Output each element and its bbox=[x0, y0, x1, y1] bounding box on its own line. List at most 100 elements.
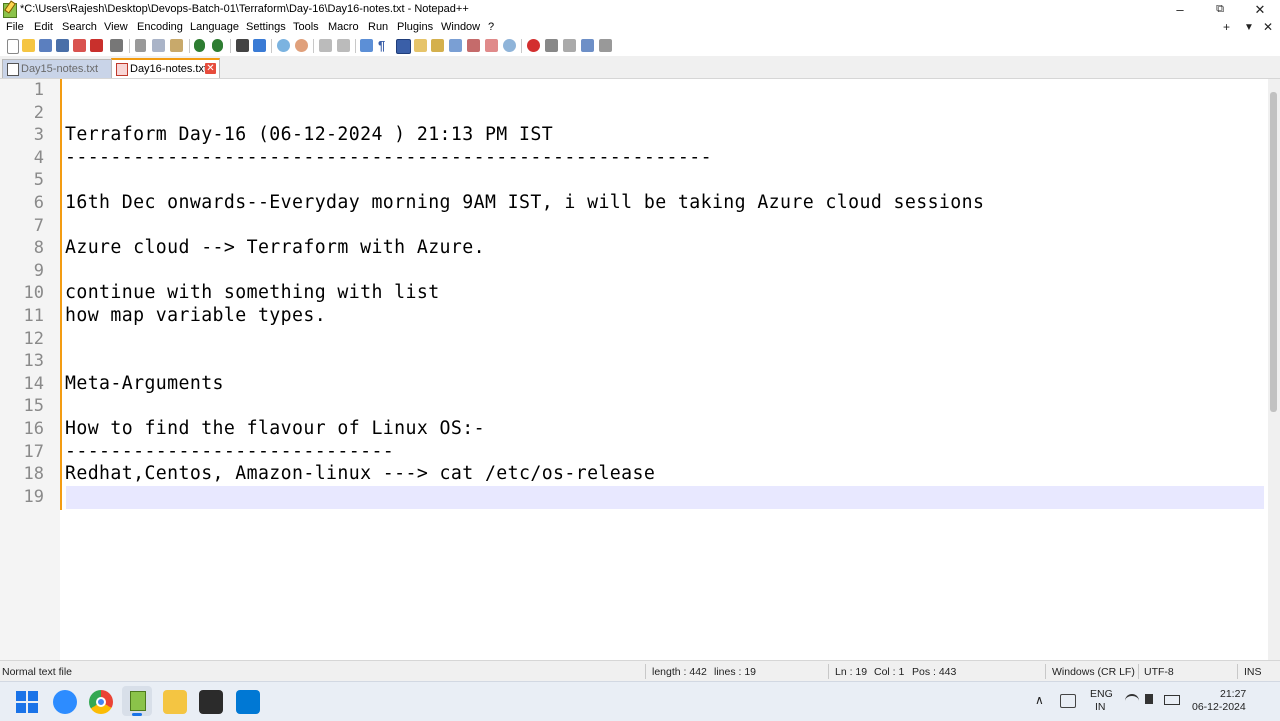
start-icon[interactable] bbox=[16, 691, 38, 713]
status-column: Col : 1 bbox=[874, 666, 905, 678]
record-macro-icon[interactable] bbox=[527, 39, 540, 52]
code-line[interactable]: continue with something with list bbox=[65, 282, 440, 305]
menu-plugins[interactable]: Plugins bbox=[397, 21, 433, 33]
status-eol[interactable]: Windows (CR LF) bbox=[1052, 666, 1135, 678]
zoom-in-icon[interactable] bbox=[277, 39, 290, 52]
menu-window[interactable]: Window bbox=[441, 21, 480, 33]
menu-search[interactable]: Search bbox=[62, 21, 97, 33]
clock-time[interactable]: 21:27 bbox=[1220, 688, 1246, 700]
terminal-icon[interactable] bbox=[199, 690, 223, 714]
line-number: 11 bbox=[23, 306, 44, 326]
menu-help[interactable]: ? bbox=[488, 21, 494, 33]
language-indicator-top[interactable]: ENG bbox=[1090, 688, 1113, 700]
line-number: 2 bbox=[33, 102, 44, 123]
tab-close-icon[interactable]: ✕ bbox=[205, 63, 216, 74]
tab-list-dropdown-icon[interactable]: ▼ bbox=[1244, 22, 1254, 33]
menu-language[interactable]: Language bbox=[190, 21, 239, 33]
scrollbar-thumb[interactable] bbox=[1270, 92, 1277, 412]
new-file-icon[interactable] bbox=[7, 39, 19, 54]
clock-date[interactable]: 06-12-2024 bbox=[1192, 701, 1246, 713]
code-line[interactable]: Meta-Arguments bbox=[65, 373, 224, 396]
cut-icon[interactable] bbox=[135, 39, 146, 52]
code-line[interactable]: Azure cloud --> Terraform with Azure. bbox=[65, 237, 485, 260]
status-encoding[interactable]: UTF-8 bbox=[1144, 666, 1174, 678]
wifi-icon[interactable] bbox=[1125, 694, 1139, 706]
menu-encoding[interactable]: Encoding bbox=[137, 21, 183, 33]
word-wrap-icon[interactable] bbox=[360, 39, 373, 52]
menu-view[interactable]: View bbox=[104, 21, 128, 33]
line-number: 16 bbox=[23, 419, 44, 439]
notepadpp-taskbar-item[interactable] bbox=[122, 686, 152, 716]
menu-run[interactable]: Run bbox=[368, 21, 388, 33]
copy-icon[interactable] bbox=[152, 39, 165, 52]
redo-icon[interactable] bbox=[212, 39, 223, 52]
menu-edit[interactable]: Edit bbox=[34, 21, 53, 33]
code-line[interactable]: 16th Dec onwards--Everyday morning 9AM I… bbox=[65, 192, 984, 215]
text-editor[interactable]: 1 2 3 Terraform Day-16 (06-12-2024 ) 21:13 … bbox=[0, 79, 1268, 660]
line-number: 4 bbox=[33, 147, 44, 168]
line-number: 15 bbox=[23, 396, 44, 417]
folder-workspace-icon[interactable] bbox=[485, 39, 498, 52]
save-all-icon[interactable] bbox=[56, 39, 69, 52]
stop-macro-icon[interactable] bbox=[545, 39, 558, 52]
sync-vertical-icon[interactable] bbox=[319, 39, 332, 52]
zoom-icon[interactable] bbox=[53, 690, 77, 714]
menu-settings[interactable]: Settings bbox=[246, 21, 286, 33]
save-icon[interactable] bbox=[39, 39, 52, 52]
line-number: 19 bbox=[23, 486, 44, 507]
file-explorer-icon[interactable] bbox=[163, 690, 187, 714]
indent-guide-icon[interactable] bbox=[396, 39, 411, 54]
title-bar: *C:\Users\Rajesh\Desktop\Devops-Batch-01… bbox=[0, 0, 1280, 20]
tab-label: Day16-notes.txt bbox=[130, 63, 208, 75]
network-status-icon[interactable] bbox=[1060, 694, 1076, 708]
code-line[interactable]: ----------------------------- bbox=[65, 441, 394, 464]
code-line[interactable]: how map variable types. bbox=[65, 305, 326, 328]
close-window-button[interactable]: ✕ bbox=[1240, 0, 1280, 20]
open-file-icon[interactable] bbox=[22, 39, 35, 52]
menu-macro[interactable]: Macro bbox=[328, 21, 359, 33]
new-tab-plus-icon[interactable]: + bbox=[1223, 20, 1230, 34]
play-multiple-icon[interactable] bbox=[581, 39, 594, 52]
volume-icon[interactable] bbox=[1145, 694, 1153, 704]
undo-icon[interactable] bbox=[194, 39, 205, 52]
monitoring-icon[interactable] bbox=[503, 39, 516, 52]
restore-button[interactable]: ⧉ bbox=[1200, 0, 1240, 20]
status-line-number: Ln : 19 bbox=[835, 666, 868, 678]
document-map-icon[interactable] bbox=[431, 39, 444, 52]
vscode-icon[interactable] bbox=[236, 690, 260, 714]
function-list-icon[interactable] bbox=[467, 39, 480, 52]
code-line[interactable]: Terraform Day-16 (06-12-2024 ) 21:13 PM … bbox=[65, 124, 553, 147]
find-icon[interactable] bbox=[236, 39, 249, 52]
language-indicator-bottom[interactable]: IN bbox=[1095, 701, 1106, 713]
notepadpp-app-icon[interactable] bbox=[3, 3, 17, 18]
udl-icon[interactable] bbox=[414, 39, 427, 52]
tab-day15-notes[interactable]: Day15-notes.txt bbox=[2, 59, 112, 78]
paste-icon[interactable] bbox=[170, 39, 183, 52]
code-line[interactable]: How to find the flavour of Linux OS:- bbox=[65, 418, 485, 441]
tab-day16-notes[interactable]: Day16-notes.txt ✕ bbox=[111, 58, 220, 78]
print-icon[interactable] bbox=[110, 39, 123, 52]
line-number: 8 bbox=[33, 238, 44, 259]
close-file-icon[interactable] bbox=[73, 39, 86, 52]
save-macro-icon[interactable] bbox=[599, 39, 612, 52]
status-length: length : 442 bbox=[652, 666, 707, 678]
close-doc-icon[interactable]: ✕ bbox=[1263, 20, 1273, 34]
replace-icon[interactable] bbox=[253, 39, 266, 52]
minimize-button[interactable]: – bbox=[1160, 0, 1200, 20]
window-title: *C:\Users\Rajesh\Desktop\Devops-Batch-01… bbox=[20, 3, 469, 15]
menu-tools[interactable]: Tools bbox=[293, 21, 319, 33]
battery-icon[interactable] bbox=[1164, 695, 1180, 705]
show-all-chars-icon[interactable]: ¶ bbox=[378, 39, 391, 52]
play-macro-icon[interactable] bbox=[563, 39, 576, 52]
close-all-icon[interactable] bbox=[90, 39, 103, 52]
chrome-icon[interactable] bbox=[89, 690, 113, 714]
code-line[interactable]: ----------------------------------------… bbox=[65, 147, 712, 170]
code-line[interactable]: Redhat,Centos, Amazon-linux ---> cat /et… bbox=[65, 463, 655, 486]
status-insert-mode[interactable]: INS bbox=[1244, 666, 1262, 678]
menu-file[interactable]: File bbox=[6, 21, 24, 33]
sync-horizontal-icon[interactable] bbox=[337, 39, 350, 52]
tray-overflow-icon[interactable]: ∧ bbox=[1035, 693, 1044, 707]
document-list-icon[interactable] bbox=[449, 39, 462, 52]
zoom-out-icon[interactable] bbox=[295, 39, 308, 52]
tab-label: Day15-notes.txt bbox=[21, 63, 99, 75]
